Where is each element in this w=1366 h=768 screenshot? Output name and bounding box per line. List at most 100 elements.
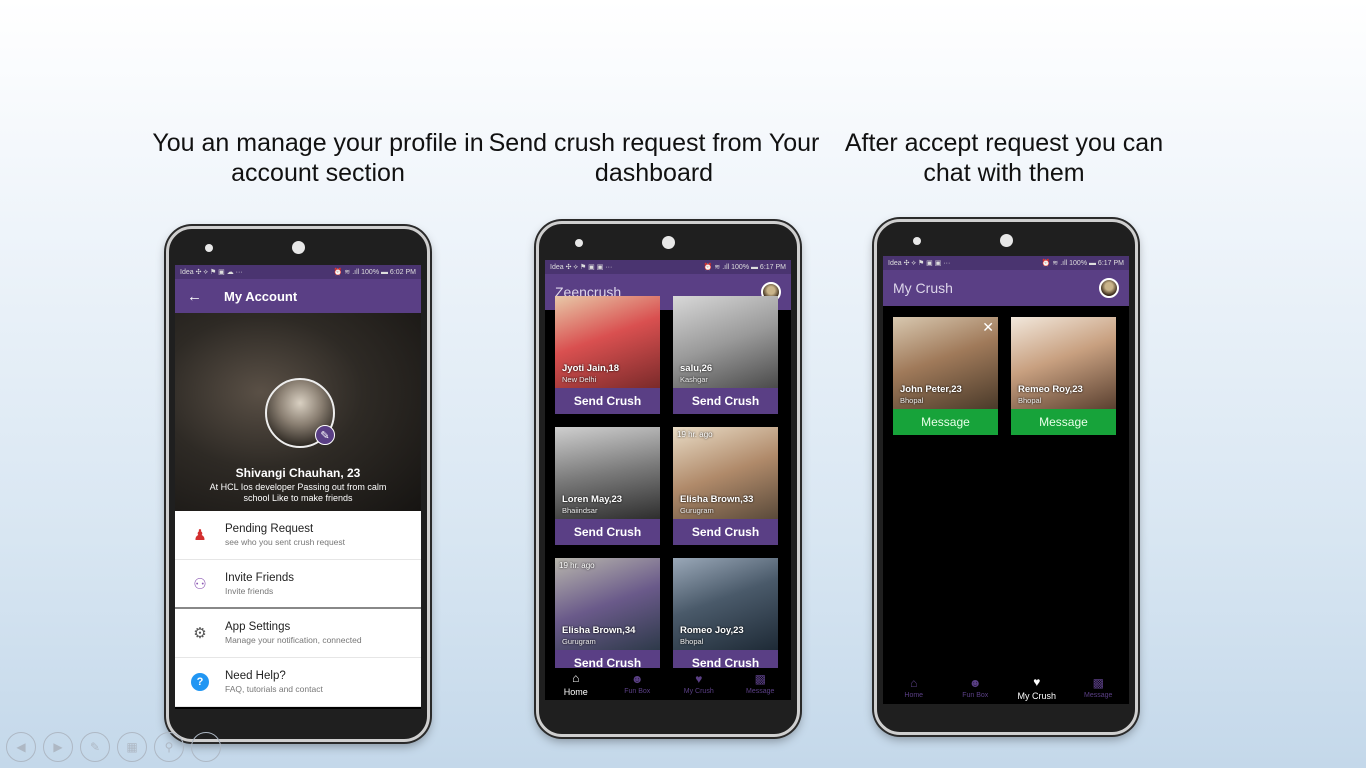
- screen-my-crush: Idea ✣ ⟡ ⚑ ▣ ▣ ··· ⏰ ≋ .ıll 100% ▬ 6:17 …: [883, 256, 1129, 704]
- chat-icon: ▩: [1092, 676, 1104, 690]
- card-name: John Peter,23: [900, 384, 962, 395]
- slideshow-toolbar: ◀ ▶ ✎ ▦ ⚲ ⋯: [6, 732, 221, 762]
- bottom-nav: ⌂ Home ☻ Fun Box ♥ My Crush ▩ Message: [545, 668, 791, 700]
- close-icon[interactable]: ✕: [982, 319, 994, 336]
- card-name: Jyoti Jain,18: [562, 363, 620, 374]
- card-location: Bhopal: [900, 396, 924, 405]
- caption-dashboard: Send crush request from Your dashboard: [488, 129, 820, 187]
- profile-photo: Remeo Roy,23 Bhopal: [1011, 317, 1116, 409]
- arrow-left-icon[interactable]: ←: [187, 288, 202, 305]
- message-button[interactable]: Message: [1011, 409, 1116, 435]
- nav-label: Home: [904, 692, 924, 699]
- add-group-icon: ⚇: [193, 575, 207, 593]
- page-title: My Crush: [893, 280, 953, 296]
- avatar[interactable]: [1099, 278, 1119, 298]
- more-icon[interactable]: ⋯: [191, 732, 221, 762]
- status-left: Idea ✣ ⟡ ⚑ ▣ ▣ ···: [888, 259, 951, 267]
- card-location: Bhopal: [680, 637, 704, 646]
- nav-label: Message: [1084, 692, 1113, 699]
- status-right: ⏰ ≋ .ıll 100% ▬ 6:17 PM: [1041, 260, 1124, 267]
- phone-my-crush: Idea ✣ ⟡ ⚑ ▣ ▣ ··· ⏰ ≋ .ıll 100% ▬ 6:17 …: [874, 219, 1138, 735]
- profile-card[interactable]: Jyoti Jain,18 New Delhi Send Crush: [555, 296, 660, 414]
- home-icon: ⌂: [910, 676, 918, 690]
- speaker-dot: [913, 237, 921, 245]
- nav-label: Message: [746, 688, 775, 695]
- menu-item-invite-friends[interactable]: ⚇ Invite Friends Invite friends: [175, 560, 421, 609]
- phone-dashboard: Idea ✣ ⟡ ⚑ ▣ ▣ ··· ⏰ ≋ .ıll 100% ▬ 6:17 …: [536, 221, 800, 737]
- card-name: salu,26: [680, 363, 713, 374]
- crush-card-grid: ✕ John Peter,23 Bhopal Message Remeo Roy…: [883, 317, 1129, 435]
- crush-card[interactable]: Remeo Roy,23 Bhopal Message: [1011, 317, 1116, 435]
- camera-icon: [662, 236, 675, 249]
- card-name: Romeo Joy,23: [680, 625, 744, 636]
- speaker-dot: [205, 244, 213, 252]
- card-location: Gurugram: [562, 637, 596, 646]
- account-menu: ♟ Pending Request see who you sent crush…: [175, 511, 421, 707]
- nav-label: Home: [563, 686, 588, 697]
- menu-item-title: Need Help?: [225, 670, 286, 682]
- card-location: Bhaiindsar: [562, 506, 598, 515]
- pen-icon[interactable]: ✎: [80, 732, 110, 762]
- screen-dashboard: Idea ✣ ⟡ ⚑ ▣ ▣ ··· ⏰ ≋ .ıll 100% ▬ 6:17 …: [545, 260, 791, 700]
- menu-item-subtitle: see who you sent crush request: [225, 537, 346, 547]
- status-bar: Idea ✣ ⟡ ⚑ ▣ ▣ ··· ⏰ ≋ .ıll 100% ▬ 6:17 …: [883, 256, 1129, 270]
- profile-card[interactable]: 19 hr. ago Elisha Brown,34 Gurugram Send…: [555, 558, 660, 676]
- app-bar: ← My Account: [175, 279, 421, 313]
- pencil-icon[interactable]: ✎: [315, 425, 335, 445]
- menu-item-title: Pending Request: [225, 523, 314, 535]
- nav-my-crush[interactable]: ♥ My Crush: [668, 668, 730, 700]
- screen-account: Idea ✣ ⟡ ⚑ ▣ ☁ ··· ⏰ ≋ .ıll 100% ▬ 6:02 …: [175, 265, 421, 709]
- gear-icon: ⚙: [193, 625, 207, 642]
- crush-card[interactable]: ✕ John Peter,23 Bhopal Message: [893, 317, 998, 435]
- card-name: Elisha Brown,34: [562, 625, 636, 636]
- profile-card[interactable]: Romeo Joy,23 Bhopal Send Crush: [673, 558, 778, 676]
- message-button[interactable]: Message: [893, 409, 998, 435]
- profile-card[interactable]: Loren May,23 Bhaiindsar Send Crush: [555, 427, 660, 545]
- menu-item-title: App Settings: [225, 621, 291, 633]
- caption-account: You an manage your profile in account se…: [152, 129, 484, 187]
- send-crush-button[interactable]: Send Crush: [673, 519, 778, 545]
- bottom-nav: ⌂ Home ☻ Fun Box ♥ My Crush ▩ Message: [883, 672, 1129, 704]
- nav-fun-box[interactable]: ☻ Fun Box: [607, 668, 669, 700]
- status-bar: Idea ✣ ⟡ ⚑ ▣ ☁ ··· ⏰ ≋ .ıll 100% ▬ 6:02 …: [175, 265, 421, 279]
- status-right: ⏰ ≋ .ıll 100% ▬ 6:02 PM: [333, 269, 416, 276]
- menu-item-subtitle: Invite friends: [225, 585, 274, 596]
- menu-item-pending-request[interactable]: ♟ Pending Request see who you sent crush…: [175, 511, 421, 560]
- profile-bio: At HCL Ios developer Passing out from ca…: [209, 482, 387, 503]
- slides-icon[interactable]: ▦: [117, 732, 147, 762]
- prev-icon[interactable]: ◀: [6, 732, 36, 762]
- nav-my-crush[interactable]: ♥ My Crush: [1006, 672, 1068, 704]
- menu-item-need-help[interactable]: ? Need Help? FAQ, tutorials and contact: [175, 658, 421, 707]
- profile-card[interactable]: 19 hr. ago Elisha Brown,33 Gurugram Send…: [673, 427, 778, 545]
- profile-photo: ✕ John Peter,23 Bhopal: [893, 317, 998, 409]
- camera-icon: [292, 241, 305, 254]
- menu-item-title: Invite Friends: [225, 571, 295, 584]
- nav-label: My Crush: [1017, 690, 1056, 701]
- smiley-icon: ☻: [630, 672, 644, 686]
- next-icon[interactable]: ▶: [43, 732, 73, 762]
- profile-photo: Loren May,23 Bhaiindsar: [555, 427, 660, 519]
- menu-item-app-settings[interactable]: ⚙ App Settings Manage your notification,…: [175, 609, 421, 658]
- status-right: ⏰ ≋ .ıll 100% ▬ 6:17 PM: [703, 264, 786, 271]
- profile-name: Shivangi Chauhan, 23: [235, 466, 361, 480]
- card-location: Gurugram: [680, 506, 714, 515]
- profile-header: ✎ Shivangi Chauhan, 23 At HCL Ios develo…: [175, 313, 421, 511]
- status-bar: Idea ✣ ⟡ ⚑ ▣ ▣ ··· ⏰ ≋ .ıll 100% ▬ 6:17 …: [545, 260, 791, 274]
- users-icon: ♟: [193, 527, 207, 544]
- status-left: Idea ✣ ⟡ ⚑ ▣ ☁ ···: [180, 268, 243, 276]
- send-crush-button[interactable]: Send Crush: [555, 388, 660, 414]
- profile-photo: Romeo Joy,23 Bhopal: [673, 558, 778, 650]
- smiley-icon: ☻: [968, 676, 982, 690]
- card-location: Kashgar: [680, 375, 708, 384]
- nav-home[interactable]: ⌂ Home: [545, 668, 607, 700]
- nav-message[interactable]: ▩ Message: [1068, 672, 1130, 704]
- profile-photo: 19 hr. ago Elisha Brown,34 Gurugram: [555, 558, 660, 650]
- nav-home[interactable]: ⌂ Home: [883, 672, 945, 704]
- nav-message[interactable]: ▩ Message: [730, 668, 792, 700]
- zoom-icon[interactable]: ⚲: [154, 732, 184, 762]
- profile-card[interactable]: salu,26 Kashgar Send Crush: [673, 296, 778, 414]
- nav-fun-box[interactable]: ☻ Fun Box: [945, 672, 1007, 704]
- card-location: New Delhi: [562, 375, 597, 384]
- send-crush-button[interactable]: Send Crush: [673, 388, 778, 414]
- send-crush-button[interactable]: Send Crush: [555, 519, 660, 545]
